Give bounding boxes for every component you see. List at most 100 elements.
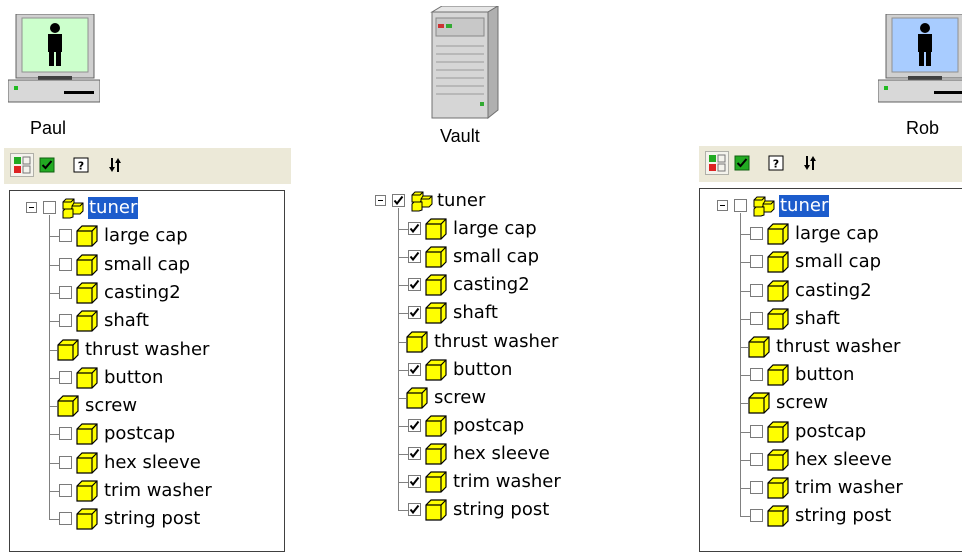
item-checkbox[interactable] <box>59 314 72 328</box>
item-checkbox[interactable] <box>750 227 763 241</box>
tree-item-label: large cap <box>104 225 188 247</box>
part-icon <box>425 443 447 469</box>
tree-item[interactable]: thrust washer <box>26 337 266 365</box>
tree-item[interactable]: button <box>375 357 615 385</box>
item-checkbox[interactable] <box>59 370 72 384</box>
item-checkbox[interactable] <box>59 455 72 469</box>
tree-item[interactable]: shaft <box>26 308 266 336</box>
tree-item[interactable]: hex sleeve <box>26 450 266 478</box>
item-checkbox[interactable] <box>408 503 421 517</box>
tree-item[interactable]: hex sleeve <box>375 441 615 469</box>
vault-server-icon <box>430 6 499 120</box>
item-checkbox[interactable] <box>59 484 72 497</box>
rob-label: Rob <box>906 118 940 138</box>
tree-item[interactable]: button <box>26 365 266 393</box>
tree-item[interactable]: large cap <box>26 223 266 251</box>
root-checkbox[interactable] <box>392 194 405 207</box>
tree-view-icon <box>13 156 31 174</box>
tree-item[interactable]: string post <box>375 497 615 525</box>
tree-item[interactable]: string post <box>717 503 957 531</box>
refresh-button[interactable] <box>799 152 821 174</box>
tree-item[interactable]: shaft <box>375 300 615 328</box>
tree-item-label: postcap <box>795 420 867 442</box>
tree-item[interactable]: postcap <box>26 421 266 449</box>
tree-item[interactable]: casting2 <box>375 272 615 300</box>
item-checkbox[interactable] <box>750 424 763 438</box>
item-checkbox[interactable] <box>59 257 72 271</box>
collapse-toggle[interactable] <box>375 195 386 206</box>
tree-item[interactable]: large cap <box>717 221 957 249</box>
tree-item[interactable]: screw <box>26 393 266 421</box>
tree-item[interactable]: postcap <box>375 413 615 441</box>
refresh-button[interactable] <box>104 154 126 176</box>
paul-toolbar: ? <box>4 148 291 184</box>
check-button[interactable] <box>731 152 753 174</box>
help-button[interactable]: ? <box>765 152 787 174</box>
item-checkbox[interactable] <box>59 285 72 299</box>
tree-item-label: trim washer <box>453 471 561 492</box>
tree-item[interactable]: trim washer <box>717 475 957 503</box>
tree-item[interactable]: postcap <box>717 419 957 447</box>
check-button[interactable] <box>36 154 58 176</box>
tree-item[interactable]: screw <box>375 385 615 413</box>
collapse-toggle[interactable] <box>26 202 37 213</box>
rob-computer-icon <box>878 14 962 103</box>
item-checkbox[interactable] <box>750 509 763 523</box>
tree-view-button[interactable] <box>10 153 34 177</box>
rob-tree-root[interactable]: tuner <box>717 193 957 221</box>
tree-item[interactable]: trim washer <box>375 469 615 497</box>
root-checkbox[interactable] <box>43 201 56 214</box>
tree-item[interactable]: small cap <box>717 249 957 277</box>
paul-label: Paul <box>30 118 67 138</box>
tree-item-label: hex sleeve <box>104 451 201 473</box>
tree-item[interactable]: button <box>717 362 957 390</box>
tree-view-button[interactable] <box>705 151 729 175</box>
vault-tree-root[interactable]: tuner <box>375 188 615 216</box>
tree-item[interactable]: screw <box>717 390 957 418</box>
tree-item[interactable]: shaft <box>717 306 957 334</box>
root-checkbox[interactable] <box>734 199 747 212</box>
item-checkbox[interactable] <box>750 283 763 297</box>
help-button[interactable]: ? <box>70 154 92 176</box>
item-checkbox[interactable] <box>408 222 421 236</box>
tree-item[interactable]: large cap <box>375 216 615 244</box>
tree-item-label: button <box>104 366 164 388</box>
part-icon <box>76 480 98 506</box>
tree-item-label: shaft <box>104 310 149 332</box>
item-checkbox[interactable] <box>59 512 72 526</box>
item-checkbox[interactable] <box>408 418 421 432</box>
rob-toolbar: ? <box>699 146 962 182</box>
item-checkbox[interactable] <box>408 278 421 292</box>
item-checkbox[interactable] <box>408 306 421 320</box>
collapse-toggle[interactable] <box>717 200 728 211</box>
item-checkbox[interactable] <box>750 311 763 325</box>
tree-item-label: small cap <box>795 251 882 273</box>
item-checkbox[interactable] <box>408 446 421 460</box>
tree-item-label: casting2 <box>104 281 181 303</box>
part-icon <box>767 251 789 277</box>
item-checkbox[interactable] <box>750 481 763 494</box>
part-icon <box>76 508 98 534</box>
paul-tree-root[interactable]: tuner <box>26 195 266 223</box>
item-checkbox[interactable] <box>59 427 72 441</box>
item-checkbox[interactable] <box>750 452 763 466</box>
tree-item[interactable]: trim washer <box>26 478 266 506</box>
tree-item[interactable]: thrust washer <box>375 329 615 357</box>
item-checkbox[interactable] <box>59 229 72 243</box>
tree-item[interactable]: small cap <box>26 252 266 280</box>
item-checkbox[interactable] <box>408 475 421 488</box>
tree-item[interactable]: casting2 <box>717 278 957 306</box>
item-checkbox[interactable] <box>408 362 421 376</box>
tree-item-label: large cap <box>453 218 537 240</box>
tree-item-label: thrust washer <box>85 338 210 360</box>
part-icon <box>425 302 447 328</box>
tree-item[interactable]: string post <box>26 506 266 534</box>
item-checkbox[interactable] <box>408 250 421 264</box>
tree-item[interactable]: small cap <box>375 244 615 272</box>
item-checkbox[interactable] <box>750 255 763 269</box>
item-checkbox[interactable] <box>750 368 763 382</box>
tree-item[interactable]: hex sleeve <box>717 447 957 475</box>
tree-item[interactable]: casting2 <box>26 280 266 308</box>
tree-item[interactable]: thrust washer <box>717 334 957 362</box>
part-icon <box>748 392 770 418</box>
